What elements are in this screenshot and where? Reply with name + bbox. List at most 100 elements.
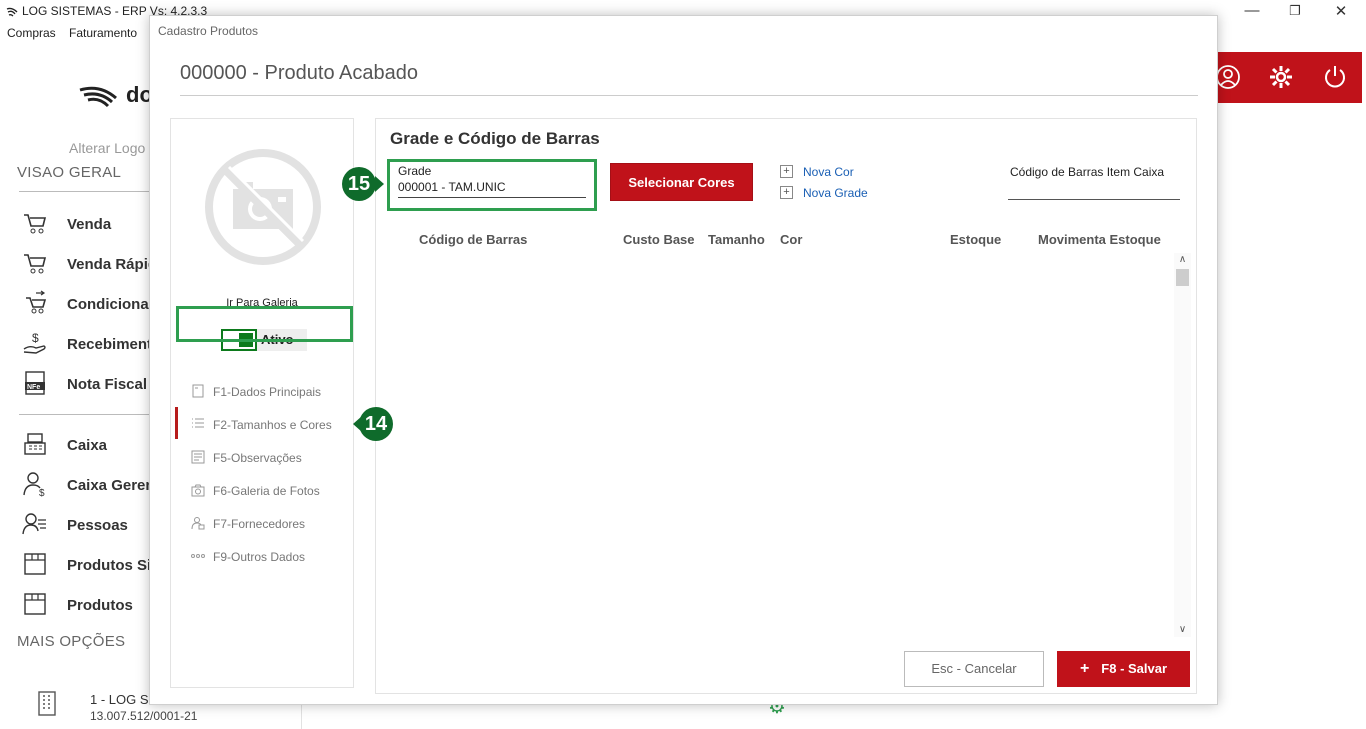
sidebar-item-label: Venda xyxy=(67,216,112,233)
cart-fast-icon xyxy=(24,254,47,274)
sidebar-item-recebimentos[interactable]: $ Recebimentos xyxy=(20,328,170,362)
close-button[interactable]: ✕ xyxy=(1326,2,1356,20)
callout-arrow xyxy=(375,176,384,192)
product-nav-panel: Ir Para Galeria Ativo F1-Dados Principai… xyxy=(170,118,354,688)
restore-button[interactable]: ❐ xyxy=(1280,3,1310,19)
grade-field[interactable]: 000001 - TAM.UNIC xyxy=(398,180,586,198)
cancel-button[interactable]: Esc - Cancelar xyxy=(904,651,1044,687)
svg-text:$: $ xyxy=(32,331,39,345)
select-colors-button[interactable]: Selecionar Cores xyxy=(610,163,753,201)
sidebar-item-caixa[interactable]: Caixa xyxy=(20,429,160,463)
section-overview: VISAO GERAL xyxy=(17,164,122,181)
cart-swap-icon xyxy=(26,290,47,314)
col-barcode: Código de Barras xyxy=(419,232,528,247)
sidebar-item-caixa-gerencial[interactable]: $ Caixa Gerencial xyxy=(20,469,180,503)
nav-label: F2-Tamanhos e Cores xyxy=(213,418,332,432)
grade-field-label: Grade xyxy=(398,164,432,178)
new-color-label: Nova Cor xyxy=(803,165,854,179)
top-action-bar xyxy=(1210,52,1362,103)
list-icon xyxy=(192,418,204,428)
save-button-label: F8 - Salvar xyxy=(1101,661,1168,676)
sidebar-item-label: Produtos xyxy=(67,597,133,614)
camera-icon xyxy=(191,484,205,497)
callout-arrow xyxy=(353,416,362,432)
app-logo-icon xyxy=(6,7,18,17)
menu-faturamento[interactable]: Faturamento xyxy=(69,26,137,40)
nav-f5-notes[interactable]: F5-Observações xyxy=(189,447,349,469)
sidebar-item-pessoas[interactable]: Pessoas xyxy=(20,509,160,543)
nav-label: F1-Dados Principais xyxy=(213,385,322,399)
nav-f2-sizes-colors[interactable]: F2-Tamanhos e Cores xyxy=(189,414,349,436)
scroll-up-icon[interactable]: ∧ xyxy=(1174,253,1191,267)
sidebar-item-label: Condicional xyxy=(67,296,153,313)
scroll-thumb[interactable] xyxy=(1176,269,1189,286)
cart-icon xyxy=(24,214,47,234)
dots-icon xyxy=(191,554,205,558)
change-logo-link[interactable]: Alterar Logo xyxy=(69,140,145,156)
box-icon xyxy=(24,553,46,575)
nav-f9-other-data[interactable]: F9-Outros Dados xyxy=(189,546,349,568)
nav-f7-suppliers[interactable]: F7-Fornecedores xyxy=(189,513,349,535)
nav-f2-highlight xyxy=(176,306,353,342)
sidebar-item-venda[interactable]: Venda xyxy=(20,208,160,242)
nav-label: F6-Galeria de Fotos xyxy=(213,484,320,498)
nav-f1-main-data[interactable]: F1-Dados Principais xyxy=(189,381,349,403)
nav-label: F7-Fornecedores xyxy=(213,517,306,531)
barcode-item-label: Código de Barras Item Caixa xyxy=(1010,165,1165,179)
callout-badge-15: 15 xyxy=(342,167,376,201)
money-hand-icon: $ xyxy=(23,331,46,354)
people-icon xyxy=(22,513,46,535)
cash-register-icon xyxy=(24,433,46,455)
sidebar-item-label: Caixa xyxy=(67,437,108,454)
box-icon xyxy=(24,593,46,615)
nfe-icon: NFe xyxy=(25,371,45,395)
col-base-cost: Custo Base xyxy=(623,232,695,247)
section-more-options: MAIS OPÇÕES xyxy=(17,633,126,650)
sidebar-item-condicional[interactable]: Condicional xyxy=(20,288,160,322)
svg-text:NFe: NFe xyxy=(27,384,40,391)
divider xyxy=(19,414,159,415)
sidebar-item-venda-rapida[interactable]: Venda Rápida xyxy=(20,248,165,282)
sidebar-item-produtos-simples[interactable]: Produtos Simples xyxy=(20,549,195,583)
nav-label: F9-Outros Dados xyxy=(213,550,306,564)
divider xyxy=(180,95,1198,96)
dialog-caption: Cadastro Produtos xyxy=(158,24,259,38)
svg-text:$: $ xyxy=(39,488,45,497)
new-color-link[interactable]: + Nova Cor xyxy=(780,164,890,180)
gear-icon[interactable] xyxy=(1268,64,1294,90)
no-photo-icon[interactable] xyxy=(205,149,321,265)
product-headline: 000000 - Produto Acabado xyxy=(180,62,418,84)
table-scrollbar[interactable]: ∧ ∨ xyxy=(1174,253,1191,637)
callout-badge-14: 14 xyxy=(359,407,393,441)
nav-f6-photo-gallery[interactable]: F6-Galeria de Fotos xyxy=(189,480,349,502)
menu-compras[interactable]: Compras xyxy=(7,26,56,40)
minimize-button[interactable]: — xyxy=(1237,2,1267,19)
plus-icon: + xyxy=(780,186,793,199)
section-title: Grade e Código de Barras xyxy=(390,129,600,148)
user-money-icon: $ xyxy=(23,472,45,497)
plus-icon: + xyxy=(1079,660,1090,677)
active-nav-marker xyxy=(175,407,178,439)
user-profile-icon[interactable] xyxy=(1215,64,1241,90)
power-icon[interactable] xyxy=(1322,64,1348,90)
sidebar-item-nota-fiscal[interactable]: NFe Nota Fiscal xyxy=(20,368,160,402)
scroll-down-icon[interactable]: ∨ xyxy=(1174,623,1191,637)
nav-label: F5-Observações xyxy=(213,451,302,465)
building-icon xyxy=(38,691,56,716)
document-icon xyxy=(192,384,204,398)
new-grade-link[interactable]: + Nova Grade xyxy=(780,185,890,201)
col-stock: Estoque xyxy=(950,232,1002,247)
divider xyxy=(19,191,159,192)
company-cnpj: 13.007.512/0001-21 xyxy=(90,709,198,723)
sidebar-item-label: Nota Fiscal xyxy=(67,376,148,393)
new-grade-label: Nova Grade xyxy=(803,186,868,200)
sidebar-item-label: Pessoas xyxy=(67,517,128,534)
barcode-item-input[interactable] xyxy=(1008,199,1180,200)
grade-barcode-panel: Grade e Código de Barras Grade 000001 - … xyxy=(375,118,1197,694)
save-button[interactable]: + F8 - Salvar xyxy=(1057,651,1190,687)
supplier-icon xyxy=(191,517,205,530)
notes-icon xyxy=(191,450,205,464)
col-size: Tamanho xyxy=(708,232,765,247)
sidebar-item-produtos[interactable]: Produtos xyxy=(20,589,160,623)
col-moves-stock: Movimenta Estoque xyxy=(1038,232,1161,247)
